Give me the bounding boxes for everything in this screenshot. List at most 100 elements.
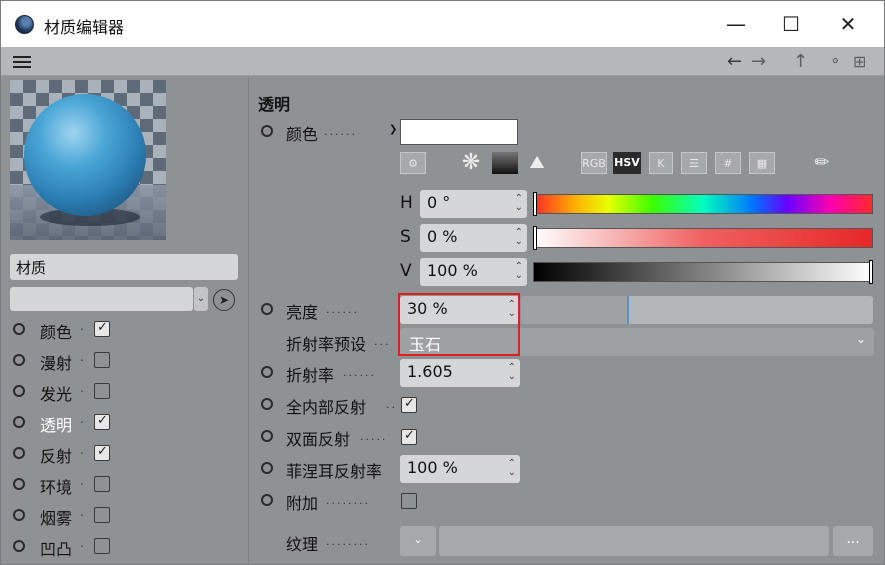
- lock-icon[interactable]: ⚬: [829, 52, 842, 70]
- channel-radio[interactable]: [13, 354, 25, 366]
- eyedropper-icon[interactable]: ✏: [809, 152, 835, 174]
- channel-luminance[interactable]: 发光 .: [10, 377, 240, 407]
- color-wheel-icon[interactable]: ❋: [458, 152, 484, 174]
- slider-handle[interactable]: [533, 192, 537, 216]
- back-arrow-icon[interactable]: ←: [727, 51, 742, 72]
- channel-radio[interactable]: [13, 416, 25, 428]
- material-name-field[interactable]: 材质: [10, 254, 238, 280]
- chevron-down-icon[interactable]: ⌄: [856, 332, 866, 346]
- slider-handle[interactable]: [869, 260, 873, 284]
- channel-diffuse[interactable]: 漫射 .: [10, 346, 240, 376]
- material-preview[interactable]: [10, 80, 166, 240]
- channel-checkbox[interactable]: [94, 320, 110, 337]
- channel-label: 发光: [40, 385, 73, 404]
- channel-checkbox[interactable]: [94, 383, 110, 399]
- param-radio[interactable]: [261, 125, 273, 137]
- slider-handle[interactable]: [533, 226, 537, 250]
- swatch-grid-icon[interactable]: ▦: [749, 152, 775, 174]
- channel-radio[interactable]: [13, 478, 25, 490]
- section-title: 透明: [258, 95, 291, 114]
- chevron-down-icon[interactable]: ⌄: [194, 287, 208, 311]
- value-row: V 100 % ⌃ ⌄: [400, 258, 880, 286]
- gradient-square-icon[interactable]: [492, 152, 518, 174]
- hex-mode-button[interactable]: #: [715, 152, 741, 174]
- saturation-slider[interactable]: [533, 226, 873, 250]
- total-internal-row: 全内部反射 ..: [258, 390, 878, 420]
- channel-checkbox[interactable]: [94, 352, 110, 368]
- channel-label: 烟雾: [40, 509, 73, 528]
- ior-input[interactable]: 1.605 ⌃ ⌄: [400, 359, 520, 387]
- channel-transparency[interactable]: 透明 .: [10, 408, 240, 438]
- fresnel-input[interactable]: 100 % ⌃ ⌄: [400, 455, 520, 483]
- channel-reflectance[interactable]: 反射 .: [10, 439, 240, 469]
- channel-checkbox[interactable]: [94, 476, 110, 492]
- channel-radio[interactable]: [13, 540, 25, 552]
- value-input[interactable]: 100 % ⌃ ⌄: [420, 258, 527, 286]
- hue-input[interactable]: 0 ° ⌃ ⌄: [420, 190, 527, 218]
- channel-checkbox[interactable]: [94, 507, 110, 523]
- channel-fog[interactable]: 烟雾 .: [10, 501, 240, 531]
- param-radio[interactable]: [261, 303, 273, 315]
- spinner-icon[interactable]: ⌃ ⌄: [515, 194, 523, 213]
- color-swatch[interactable]: [400, 119, 518, 145]
- image-icon[interactable]: ⛰: [524, 152, 550, 174]
- spinner-icon[interactable]: ⌃ ⌄: [515, 228, 523, 247]
- channel-radio[interactable]: [13, 323, 25, 335]
- chevron-down-icon[interactable]: ❯: [389, 124, 397, 135]
- channel-color[interactable]: 颜色 .: [10, 315, 240, 345]
- pick-cursor-icon[interactable]: ➤: [213, 289, 235, 311]
- color-label: 颜色: [286, 125, 319, 144]
- rgb-mode-button[interactable]: RGB: [581, 152, 607, 174]
- channel-checkbox[interactable]: [94, 538, 110, 554]
- channel-radio[interactable]: [13, 447, 25, 459]
- channel-bump[interactable]: 凹凸 .: [10, 532, 240, 562]
- channel-radio[interactable]: [13, 509, 25, 521]
- param-radio[interactable]: [261, 398, 273, 410]
- texture-field[interactable]: [439, 526, 829, 556]
- mixer-icon[interactable]: ☰: [681, 152, 707, 174]
- close-button[interactable]: ✕: [823, 9, 873, 39]
- brightness-slider[interactable]: [521, 296, 873, 324]
- param-radio[interactable]: [261, 430, 273, 442]
- menu-icon[interactable]: [13, 56, 31, 68]
- up-arrow-icon[interactable]: ↑: [793, 51, 808, 72]
- kelvin-mode-button[interactable]: K: [649, 152, 673, 174]
- param-radio[interactable]: [261, 366, 273, 378]
- ior-label: 折射率: [286, 366, 335, 385]
- double-sided-row: 双面反射 .....: [258, 422, 878, 452]
- channel-environment[interactable]: 环境 .: [10, 470, 240, 500]
- param-radio[interactable]: [261, 494, 273, 506]
- slider-handle[interactable]: [627, 296, 629, 324]
- texture-dropdown[interactable]: ⌄: [400, 526, 436, 556]
- window-title: 材质编辑器: [44, 18, 125, 37]
- hsv-mode-button[interactable]: HSV: [613, 152, 641, 174]
- value-slider[interactable]: [533, 260, 873, 284]
- channel-radio[interactable]: [13, 385, 25, 397]
- minimize-button[interactable]: —: [711, 9, 761, 39]
- texture-label: 纹理: [286, 535, 319, 554]
- additive-row: 附加 ........: [258, 486, 878, 516]
- new-panel-icon[interactable]: ⊞: [853, 52, 866, 71]
- forward-arrow-icon[interactable]: →: [751, 51, 766, 72]
- param-radio[interactable]: [261, 462, 273, 474]
- spinner-icon[interactable]: ⌃ ⌄: [515, 262, 523, 281]
- spectrum-icon[interactable]: ⚙: [400, 152, 426, 174]
- saturation-letter: S: [400, 227, 411, 247]
- channel-checkbox[interactable]: [94, 413, 110, 430]
- saturation-input[interactable]: 0 % ⌃ ⌄: [420, 224, 527, 252]
- material-type-combo[interactable]: [10, 287, 193, 311]
- channel-checkbox[interactable]: [94, 444, 110, 461]
- maximize-button[interactable]: ☐: [766, 9, 816, 39]
- total-internal-checkbox[interactable]: [401, 396, 417, 413]
- additive-checkbox[interactable]: [401, 493, 417, 509]
- value-letter: V: [400, 261, 412, 281]
- spinner-icon[interactable]: ⌃ ⌄: [508, 459, 516, 478]
- texture-more-button[interactable]: ...: [833, 526, 873, 556]
- color-mode-icons: ⚙ ❋ ⛰ RGB HSV K ☰ # ▦ ✏: [400, 150, 850, 176]
- channel-label: 环境: [40, 478, 73, 497]
- hue-slider[interactable]: [533, 192, 873, 216]
- preview-sphere: [24, 94, 146, 216]
- double-sided-checkbox[interactable]: [401, 428, 417, 445]
- spinner-icon[interactable]: ⌃ ⌄: [508, 363, 516, 382]
- channel-label: 反射: [40, 447, 73, 466]
